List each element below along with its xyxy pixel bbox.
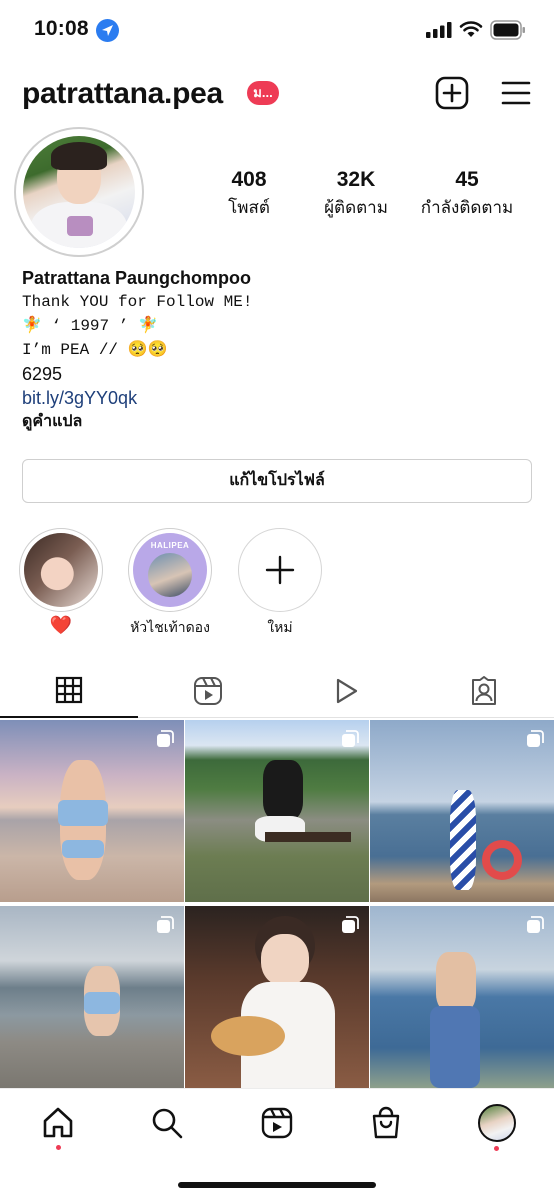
carousel-icon xyxy=(527,730,544,747)
tab-reels[interactable] xyxy=(138,666,276,718)
highlight-label: หัวไชเท้าดอง xyxy=(130,619,210,635)
profile-bio: Patrattana Paungchompoo Thank YOU for Fo… xyxy=(22,266,532,434)
new-post-button[interactable] xyxy=(435,76,469,110)
wifi-icon xyxy=(459,21,483,37)
profile-stats: 408 โพสต์ 32K ผู้ติดตาม 45 กำลังติดตาม xyxy=(200,168,530,218)
posts-value: 408 xyxy=(231,168,267,191)
profile-nav-avatar[interactable] xyxy=(478,1104,516,1142)
battery-icon xyxy=(490,20,525,40)
cellular-signal-icon xyxy=(426,22,452,38)
tab-tagged[interactable] xyxy=(414,666,552,718)
following-label: กำลังติดตาม xyxy=(420,198,514,217)
profile-activity-dot xyxy=(494,1146,499,1151)
carousel-icon xyxy=(342,730,359,747)
new-highlight-button[interactable]: ใหม่ xyxy=(237,528,323,639)
carousel-icon xyxy=(342,916,359,933)
profile-avatar[interactable] xyxy=(14,127,144,257)
play-icon xyxy=(336,678,358,704)
full-name: Patrattana Paungchompoo xyxy=(22,268,252,288)
profile-tabs xyxy=(0,666,554,718)
highlight-cover: HALIPEA xyxy=(133,533,207,607)
carousel-icon xyxy=(157,916,174,933)
carousel-icon xyxy=(527,916,544,933)
username-title[interactable]: patrattana.pea xyxy=(22,77,223,111)
posts-count[interactable]: 408 โพสต์ xyxy=(200,168,298,221)
followers-count[interactable]: 32K ผู้ติดตาม xyxy=(306,168,406,221)
bio-line: Thank YOU for Follow ME! xyxy=(22,293,253,311)
story-highlight[interactable]: ❤️ xyxy=(18,528,104,634)
status-bar: 10:08 xyxy=(0,0,554,60)
heart-label: ❤️ xyxy=(49,615,73,635)
menu-button[interactable] xyxy=(500,78,532,108)
post-thumbnail[interactable] xyxy=(370,720,554,902)
post-thumbnail[interactable] xyxy=(370,906,554,1088)
reels-nav-icon[interactable] xyxy=(259,1105,295,1141)
post-thumbnail[interactable] xyxy=(0,720,184,902)
status-time: 10:08 xyxy=(34,17,89,40)
grid-icon xyxy=(55,676,83,704)
see-translation-link[interactable]: ดูคำแปล xyxy=(22,410,532,434)
bio-line: 🧚 ‘ 1997 ’ 🧚 xyxy=(22,317,158,335)
posts-grid xyxy=(0,720,554,1088)
search-icon[interactable] xyxy=(149,1105,185,1141)
shop-bag-icon[interactable] xyxy=(368,1105,404,1141)
bio-link[interactable]: bit.ly/3gYY0qk xyxy=(22,386,532,410)
edit-profile-button[interactable]: แก้ไขโปรไฟล์ xyxy=(22,459,532,503)
tab-videos[interactable] xyxy=(276,666,414,718)
avatar-photo xyxy=(23,136,135,248)
notification-badge[interactable]: ม... xyxy=(247,81,279,105)
highlight-cover-text: HALIPEA xyxy=(150,541,190,550)
story-highlight[interactable]: HALIPEA หัวไชเท้าดอง xyxy=(127,528,213,639)
home-indicator xyxy=(178,1182,376,1188)
tab-posts-grid[interactable] xyxy=(0,666,138,718)
carousel-icon xyxy=(157,730,174,747)
tagged-person-icon xyxy=(472,676,496,705)
followers-label: ผู้ติดตาม xyxy=(324,198,388,217)
highlight-cover xyxy=(24,533,98,607)
home-activity-dot xyxy=(56,1145,61,1150)
home-icon[interactable] xyxy=(40,1105,76,1141)
bio-line: I’m PEA // 🥺🥺 xyxy=(22,341,168,359)
following-count[interactable]: 45 กำลังติดตาม xyxy=(410,168,524,221)
highlight-label: ใหม่ xyxy=(267,619,293,635)
following-value: 45 xyxy=(455,168,479,191)
reels-icon xyxy=(194,677,222,705)
post-thumbnail[interactable] xyxy=(185,720,369,902)
posts-label: โพสต์ xyxy=(228,198,270,217)
bio-line: 6295 xyxy=(22,364,63,384)
post-thumbnail[interactable] xyxy=(0,906,184,1088)
plus-icon xyxy=(265,555,294,584)
location-arrow-icon xyxy=(96,19,119,42)
profile-header: patrattana.pea ม... xyxy=(0,68,554,120)
followers-value: 32K xyxy=(336,168,376,191)
post-thumbnail[interactable] xyxy=(185,906,369,1088)
